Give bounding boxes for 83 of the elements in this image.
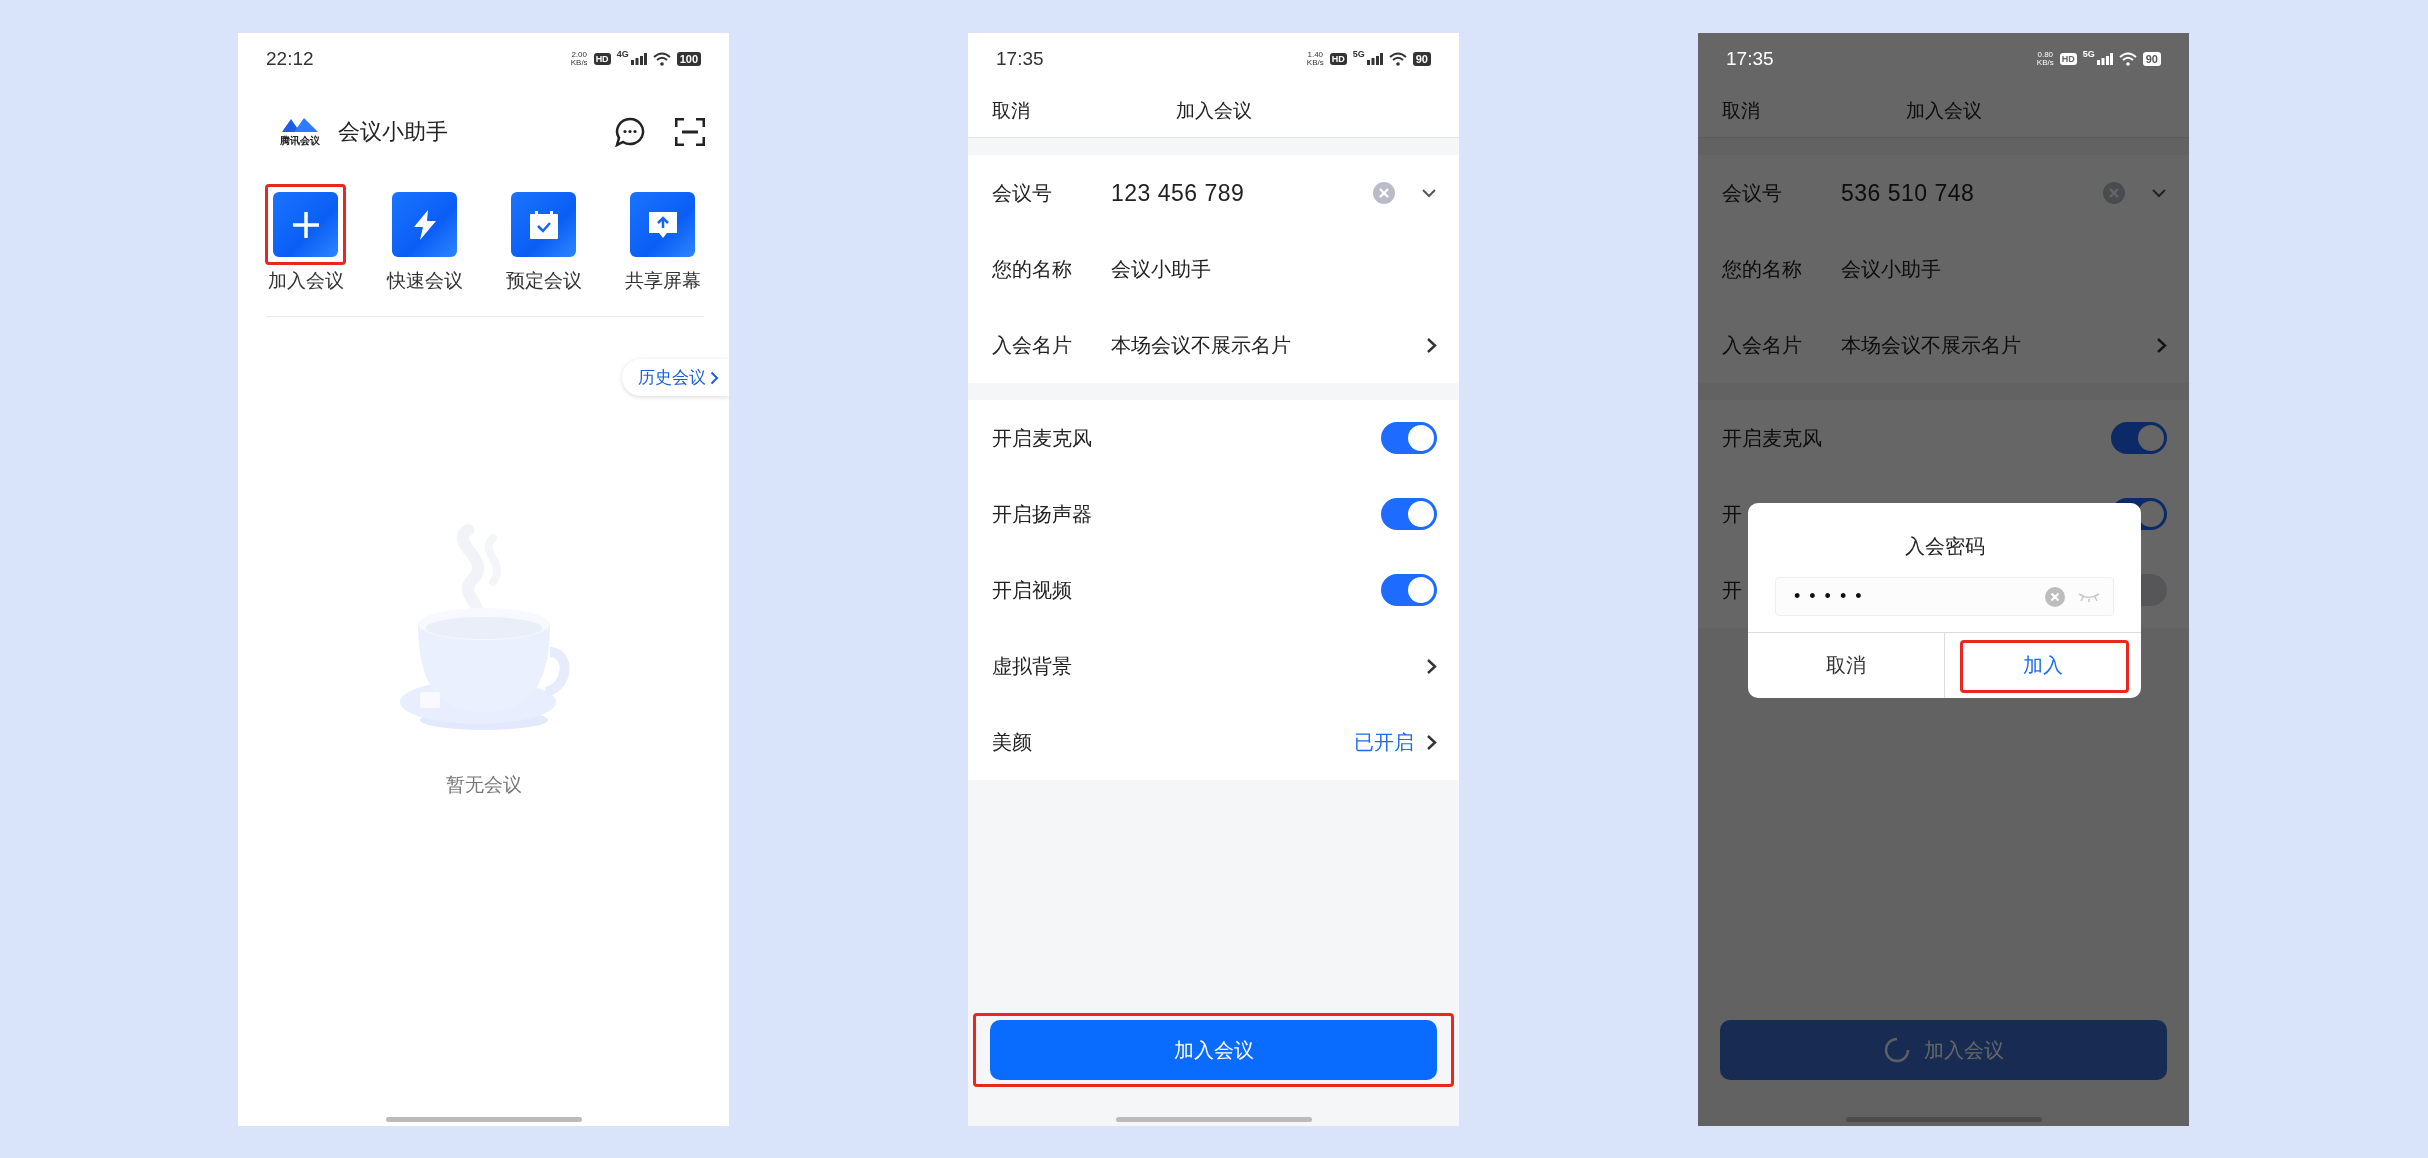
toggle-switch[interactable]	[1381, 422, 1437, 454]
logo-icon	[282, 116, 318, 134]
chevron-right-icon	[1426, 657, 1437, 675]
row-label: 入会名片	[992, 333, 1072, 356]
toggle-switch[interactable]	[1381, 498, 1437, 530]
row-label: 您的名称	[992, 257, 1072, 280]
cancel-link[interactable]: 取消	[992, 98, 1030, 124]
row-label: 虚拟背景	[992, 654, 1072, 677]
empty-state-text: 暂无会议	[445, 774, 522, 795]
row-value: 会议小助手	[1841, 256, 1941, 282]
chevron-right-icon	[710, 370, 719, 385]
battery-level: 100	[676, 52, 701, 66]
row-label: 开启麦克风	[992, 426, 1092, 449]
cancel-button[interactable]: 取消	[1748, 633, 1944, 698]
plus-icon	[290, 209, 321, 240]
row-label: 入会名片	[1722, 333, 1802, 356]
speed-unit: KB/s	[1306, 59, 1324, 67]
join-meeting-button[interactable]: 加入会议	[990, 1020, 1437, 1080]
chevron-right-icon	[2156, 336, 2167, 354]
action-label: 共享屏幕	[624, 269, 701, 293]
hd-badge: HD	[1329, 53, 1347, 65]
chevron-down-icon[interactable]	[1421, 188, 1437, 198]
speed-value: 0.80	[2037, 51, 2054, 59]
row-label: 美颜	[992, 730, 1032, 753]
logo-text: 腾讯会议	[280, 134, 320, 148]
calendar-icon	[528, 210, 559, 239]
row-value: 本场会议不展示名片	[1111, 332, 1291, 358]
status-time: 22:12	[266, 48, 314, 70]
confirm-button[interactable]: 加入	[1945, 633, 2141, 698]
chevron-right-icon	[1426, 733, 1437, 751]
speed-unit: KB/s	[2036, 59, 2054, 67]
screen-title: 加入会议	[1905, 100, 1982, 121]
spinner-icon	[1883, 1037, 1910, 1063]
cancel-link[interactable]: 取消	[1722, 98, 1760, 124]
history-button[interactable]: 历史会议	[622, 359, 729, 396]
wifi-icon	[652, 52, 671, 66]
row-label: 会议号	[1722, 181, 1782, 204]
row-value: 已开启	[1354, 729, 1414, 755]
signal-icon	[1366, 53, 1383, 65]
action-tile[interactable]	[511, 192, 576, 257]
status-time: 17:35	[996, 48, 1044, 70]
action-tile[interactable]	[630, 192, 695, 257]
battery-level: 90	[2142, 52, 2161, 66]
network-label: 4G	[616, 49, 629, 59]
row-label: 会议号	[992, 181, 1052, 204]
toggle-switch[interactable]	[2111, 422, 2167, 454]
app-title: 会议小助手	[338, 118, 449, 146]
speed-value: 2.00	[571, 51, 587, 59]
action-label: 快速会议	[386, 269, 463, 293]
signal-icon	[630, 53, 647, 65]
action-label: 预定会议	[505, 269, 582, 293]
row-value: 会议小助手	[1111, 256, 1211, 282]
hd-badge: HD	[2059, 53, 2077, 65]
chevron-right-icon	[1426, 336, 1437, 354]
action-label: 加入会议	[267, 269, 344, 293]
meeting-number-field[interactable]: 536 510 748	[1841, 179, 1975, 207]
network-label: 5G	[2082, 49, 2095, 59]
row-label: 开启扬声器	[992, 502, 1092, 525]
row-label: 开启视频	[992, 578, 1072, 601]
row-label: 开	[1722, 502, 1742, 525]
screen-title: 加入会议	[1175, 100, 1252, 121]
lightning-icon	[411, 209, 438, 240]
scan-icon[interactable]	[675, 118, 705, 146]
status-time: 17:35	[1726, 48, 1774, 70]
row-label: 开	[1722, 578, 1742, 601]
network-label: 5G	[1352, 49, 1365, 59]
speed-unit: KB/s	[570, 59, 588, 67]
signal-icon	[2096, 53, 2113, 65]
share-screen-icon	[647, 210, 678, 239]
wifi-icon	[2118, 52, 2137, 66]
chat-icon[interactable]	[615, 117, 645, 147]
action-tile[interactable]	[392, 192, 457, 257]
action-tile[interactable]	[273, 192, 338, 257]
hd-badge: HD	[593, 53, 611, 65]
row-value: 本场会议不展示名片	[1841, 332, 2021, 358]
row-label: 您的名称	[1722, 257, 1802, 280]
row-label: 开启麦克风	[1722, 426, 1822, 449]
battery-level: 90	[1412, 52, 1431, 66]
speed-value: 1.40	[1307, 51, 1324, 59]
meeting-number-field[interactable]: 123 456 789	[1111, 179, 1245, 207]
toggle-switch[interactable]	[1381, 574, 1437, 606]
wifi-icon	[1388, 52, 1407, 66]
dialog-title: 入会密码	[1904, 535, 1985, 557]
